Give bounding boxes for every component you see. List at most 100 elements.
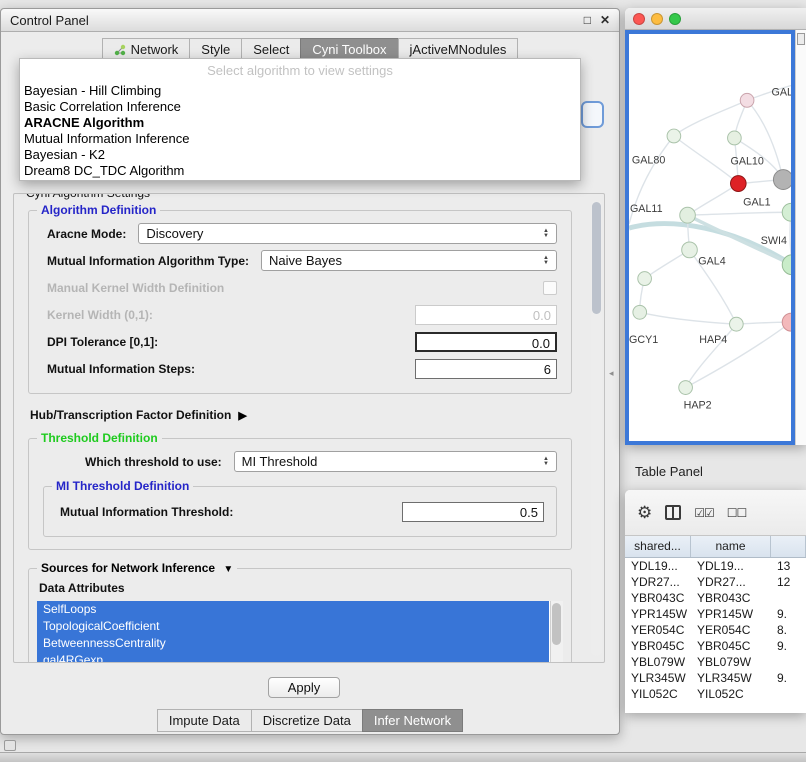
network-node[interactable] xyxy=(782,203,791,221)
table-row[interactable]: YBR043CYBR043C xyxy=(625,590,806,606)
select-all-checkboxes-icon[interactable]: ☑☑ xyxy=(694,506,714,520)
network-node[interactable] xyxy=(730,176,746,192)
kernel-width-row: Kernel Width (0,1): 0.0 xyxy=(47,304,557,325)
scrollbar-thumb[interactable] xyxy=(552,603,561,645)
table-cell xyxy=(771,590,806,606)
algorithm-option[interactable]: Bayesian - K2 xyxy=(20,147,580,163)
dpi-tolerance-input[interactable]: 0.0 xyxy=(415,332,557,352)
attribute-item[interactable]: BetweennessCentrality xyxy=(37,635,549,652)
combobox-value: Naive Bayes xyxy=(269,253,342,268)
table-cell: 8. xyxy=(771,622,806,638)
attribute-item[interactable]: SelfLoops xyxy=(37,601,549,618)
network-canvas[interactable]: GALGAL80GAL10GAL11GAL1SWI4GAL4GCY1HAP4YH… xyxy=(625,30,795,445)
aracne-mode-combobox[interactable]: Discovery ▲▼ xyxy=(138,223,557,244)
mi-type-label: Mutual Information Algorithm Type: xyxy=(47,254,249,268)
algorithm-option[interactable]: Basic Correlation Inference xyxy=(20,99,580,115)
table-row[interactable]: YLR345WYLR345W9. xyxy=(625,670,806,686)
network-edge xyxy=(640,312,737,324)
network-view-window: GALGAL80GAL10GAL11GAL1SWI4GAL4GCY1HAP4YH… xyxy=(625,8,806,445)
table-row[interactable]: YPR145WYPR145W9. xyxy=(625,606,806,622)
gear-icon[interactable]: ⚙ xyxy=(637,503,652,523)
table-cell: 12 xyxy=(771,574,806,590)
table-cell: YBR045C xyxy=(691,638,771,654)
tab-discretize-data[interactable]: Discretize Data xyxy=(251,709,363,732)
network-node[interactable] xyxy=(638,272,652,286)
dpi-tolerance-row: DPI Tolerance [0,1]: 0.0 xyxy=(47,331,557,352)
close-icon[interactable]: ✕ xyxy=(600,13,610,27)
network-node[interactable] xyxy=(773,170,791,190)
attributes-scrollbar[interactable] xyxy=(550,601,563,663)
sources-section-toggle[interactable]: Sources for Network Inference ▼ xyxy=(37,561,237,575)
clear-all-checkboxes-icon[interactable]: ☐☐ xyxy=(727,506,747,520)
which-threshold-combobox[interactable]: MI Threshold ▲▼ xyxy=(234,451,557,472)
zoom-traffic-light-icon[interactable] xyxy=(669,13,681,25)
mi-threshold-definition-title: MI Threshold Definition xyxy=(52,479,193,493)
network-node[interactable] xyxy=(740,93,754,107)
table-cell xyxy=(771,686,806,702)
network-edge xyxy=(686,322,791,387)
control-panel-window: Control Panel □ ✕ Network Style Select xyxy=(0,8,620,735)
table-cell: 9. xyxy=(771,606,806,622)
table-cell: YBL079W xyxy=(625,654,691,670)
network-node[interactable] xyxy=(682,242,698,258)
columns-icon[interactable] xyxy=(665,505,681,520)
table-row[interactable]: YBL079WYBL079W xyxy=(625,654,806,670)
algorithm-combobox-fragment[interactable] xyxy=(581,101,604,128)
algorithm-option[interactable]: Mutual Information Inference xyxy=(20,131,580,147)
which-threshold-row: Which threshold to use: MI Threshold ▲▼ xyxy=(85,451,557,472)
network-window-titlebar xyxy=(625,8,806,30)
network-node[interactable] xyxy=(679,381,693,395)
window-title: Control Panel xyxy=(10,13,575,28)
bottom-tabbar: Impute Data Discretize Data Infer Networ… xyxy=(1,709,619,732)
apply-button[interactable]: Apply xyxy=(268,677,340,698)
table-row[interactable]: YDL19...YDL19...13 xyxy=(625,558,806,574)
network-scrollbar[interactable] xyxy=(795,30,806,445)
table-panel-title: Table Panel xyxy=(635,464,703,479)
scrollbar-thumb[interactable] xyxy=(592,202,601,314)
network-node-label: HAP4 xyxy=(699,334,727,346)
table-column-header[interactable]: name xyxy=(691,536,771,557)
network-node[interactable] xyxy=(730,317,744,331)
algorithm-option[interactable]: ARACNE Algorithm xyxy=(20,115,580,131)
mi-threshold-input[interactable]: 0.5 xyxy=(402,502,544,522)
bottom-left-panel-icon[interactable] xyxy=(4,740,16,751)
settings-scrollbar[interactable] xyxy=(591,200,602,656)
table-column-header[interactable]: shared... xyxy=(625,536,691,557)
network-node[interactable] xyxy=(633,305,647,319)
data-attributes-list[interactable]: SelfLoopsTopologicalCoefficientBetweenne… xyxy=(37,601,563,663)
kernel-width-label: Kernel Width (0,1): xyxy=(47,308,153,322)
minimize-traffic-light-icon[interactable] xyxy=(651,13,663,25)
table-column-header[interactable] xyxy=(771,536,806,557)
attribute-item[interactable]: TopologicalCoefficient xyxy=(37,618,549,635)
hub-definition-toggle[interactable]: Hub/Transcription Factor Definition ▶ xyxy=(30,408,604,422)
tab-infer-network[interactable]: Infer Network xyxy=(362,709,463,732)
mi-steps-label: Mutual Information Steps: xyxy=(47,362,195,376)
sources-group: Sources for Network Inference ▼ Data Att… xyxy=(28,568,572,663)
table-cell: YPR145W xyxy=(691,606,771,622)
network-node-label: GCY1 xyxy=(629,334,658,346)
mi-steps-input[interactable]: 6 xyxy=(415,359,557,379)
network-node-label: GAL xyxy=(771,86,791,98)
table-row[interactable]: YDR27...YDR27...12 xyxy=(625,574,806,590)
network-node[interactable] xyxy=(680,207,696,223)
table-row[interactable]: YBR045CYBR045C9. xyxy=(625,638,806,654)
table-row[interactable]: YIL052CYIL052C xyxy=(625,686,806,702)
table-row[interactable]: YER054CYER054C8. xyxy=(625,622,806,638)
mi-type-combobox[interactable]: Naive Bayes ▲▼ xyxy=(261,250,557,271)
network-edge xyxy=(674,136,738,184)
tab-impute-data[interactable]: Impute Data xyxy=(157,709,252,732)
table-cell: YIL052C xyxy=(691,686,771,702)
table-cell: YPR145W xyxy=(625,606,691,622)
network-node[interactable] xyxy=(667,129,681,143)
network-node-label: GAL80 xyxy=(632,155,665,167)
minimize-icon[interactable]: □ xyxy=(584,13,591,27)
settings-group-title: Cyni Algorithm Settings xyxy=(22,193,154,200)
attribute-item[interactable]: gal4RGexp xyxy=(37,652,549,663)
algorithm-option[interactable]: Bayesian - Hill Climbing xyxy=(20,83,580,99)
manual-kernel-checkbox xyxy=(543,281,557,295)
network-node[interactable] xyxy=(728,131,742,145)
algorithm-option[interactable]: Dream8 DC_TDC Algorithm xyxy=(20,163,580,179)
close-traffic-light-icon[interactable] xyxy=(633,13,645,25)
splitter-collapse-arrow[interactable]: ◂ xyxy=(609,368,614,379)
scrollbar-thumb[interactable] xyxy=(797,33,805,45)
